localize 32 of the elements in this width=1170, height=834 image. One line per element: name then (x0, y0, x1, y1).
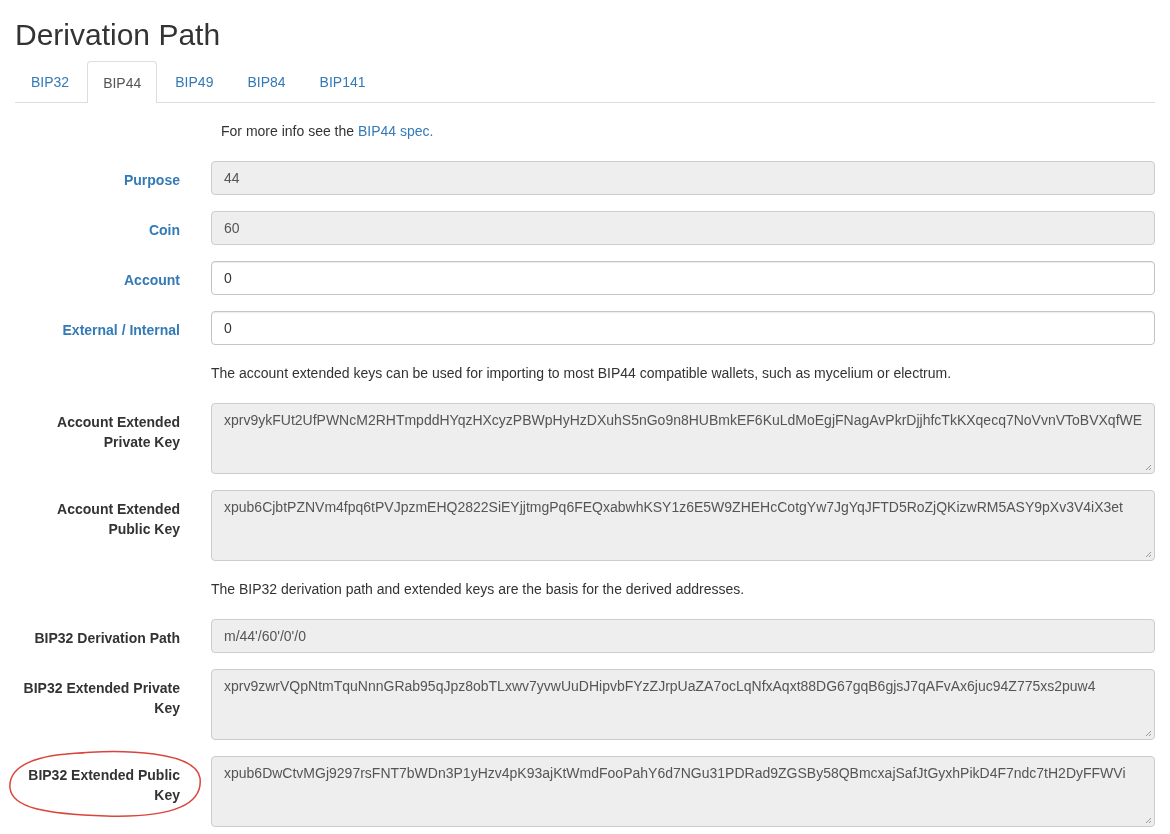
field-label: BIP32 Extended Public Key (27, 766, 180, 805)
key-textarea[interactable]: xpub6CjbtPZNVm4fpq6tPVJpzmEHQ2822SiEYjjtmgPq6FEQxabwhKSY1z6E5W9ZHEHcCotgYw7JgYqJFTD5RoZjQKizwRM5ASY9pXv3V4iX3et (211, 490, 1155, 561)
tab[interactable]: BIP44 (87, 61, 158, 103)
field-label: Account Extended Private Key (56, 413, 180, 452)
tab[interactable]: BIP84 (231, 61, 302, 102)
field-label: External / Internal (61, 321, 180, 340)
page-title: Derivation Path (15, 18, 222, 51)
info-text: For more info see the BIP44 spec. (220, 122, 435, 141)
resize-grip-icon[interactable] (1144, 816, 1152, 824)
field-label: BIP32 Extended Private Key (22, 679, 180, 718)
text-field[interactable]: 0 (211, 261, 1155, 295)
tab[interactable]: BIP32 (15, 61, 86, 102)
tab[interactable]: BIP141 (303, 61, 382, 102)
field-label: Account (123, 271, 180, 290)
field-label: BIP32 Derivation Path (33, 629, 180, 648)
resize-grip-icon[interactable] (1144, 729, 1152, 737)
info-text: The account extended keys can be used for importing to most BIP44 compatible wallets, such as mycelium or electrum. (211, 364, 953, 383)
key-textarea[interactable]: xprv9zwrVQpNtmTquNnnGRab95qJpz8obTLxwv7yvwUuDHipvbFYzZJrpUaZA7ocLqNfxAqxt88DG67gqB6gjsJ7qAFvAx6juc94Z775xs2puw4 (211, 669, 1155, 740)
spec-link[interactable]: BIP44 spec. (357, 123, 434, 139)
text-field[interactable]: m/44'/60'/0'/0 (211, 619, 1155, 653)
resize-grip-icon[interactable] (1144, 550, 1152, 558)
resize-grip-icon[interactable] (1144, 463, 1152, 471)
field-label: Purpose (123, 171, 180, 190)
text-field[interactable]: 0 (211, 311, 1155, 345)
key-textarea[interactable]: xprv9ykFUt2UfPWNcM2RHTmpddHYqzHXcyzPBWpHyHzDXuhS5nGo9n8HUBmkEF6KuLdMoEgjFNagAvPkrDjjhfcTkKXqecq7NoVvnVToBVXqfWE (211, 403, 1155, 474)
key-textarea[interactable]: xpub6DwCtvMGj9297rsFNT7bWDn3P1yHzv4pK93ajKtWmdFooPahY6d7NGu31PDRad9ZGSBy58QBmcxajSafJtGyxhPikD4F7ndc7tH2DyFFWVi (211, 756, 1155, 827)
text-field[interactable]: 44 (211, 161, 1155, 195)
field-label: Coin (147, 221, 180, 240)
text-field[interactable]: 60 (211, 211, 1155, 245)
field-label: Account Extended Public Key (56, 500, 180, 539)
tab[interactable]: BIP49 (159, 61, 230, 102)
info-text: The BIP32 derivation path and extended keys are the basis for the derived addresses. (211, 580, 746, 599)
